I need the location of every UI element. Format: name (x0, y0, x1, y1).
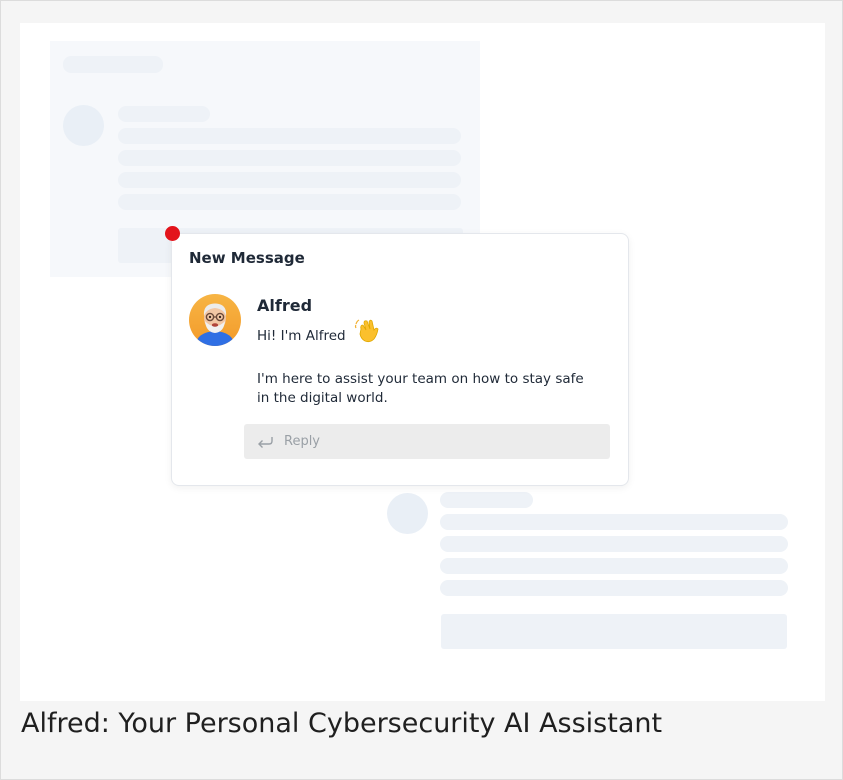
placeholder-text-bar (440, 536, 788, 552)
placeholder-text-bar (118, 150, 461, 166)
alfred-avatar-illustration (195, 303, 235, 346)
figure-frame: New Message Alfred Hi! I'm Alfred I'm he… (0, 0, 843, 780)
figure-caption: Alfred: Your Personal Cybersecurity AI A… (21, 708, 663, 739)
sender-name: Alfred (257, 296, 313, 315)
placeholder-input-bar (441, 614, 787, 649)
placeholder-header-bar (63, 56, 163, 73)
placeholder-text-bar (440, 580, 788, 596)
placeholder-name-bar (118, 106, 210, 122)
placeholder-text-bar (118, 172, 461, 188)
greeting-text: Hi! I'm Alfred (257, 328, 346, 344)
placeholder-text-bar (118, 128, 461, 144)
message-body: I'm here to assist your team on how to s… (257, 371, 584, 406)
reply-arrow-icon (256, 432, 274, 450)
illustration-canvas: New Message Alfred Hi! I'm Alfred I'm he… (20, 23, 825, 701)
unread-indicator-dot (165, 226, 180, 241)
placeholder-avatar (387, 493, 428, 534)
placeholder-text-bar (440, 514, 788, 530)
reply-input[interactable]: Reply (244, 424, 610, 459)
new-message-card[interactable]: New Message Alfred Hi! I'm Alfred I'm he… (165, 226, 629, 486)
alfred-avatar (189, 294, 241, 346)
card-title: New Message (189, 249, 305, 267)
placeholder-text-bar (440, 558, 788, 574)
placeholder-text-bar (118, 194, 461, 210)
placeholder-avatar (63, 105, 104, 146)
waving-hand-icon (354, 318, 380, 344)
reply-placeholder: Reply (284, 434, 321, 449)
placeholder-name-bar (440, 492, 533, 508)
